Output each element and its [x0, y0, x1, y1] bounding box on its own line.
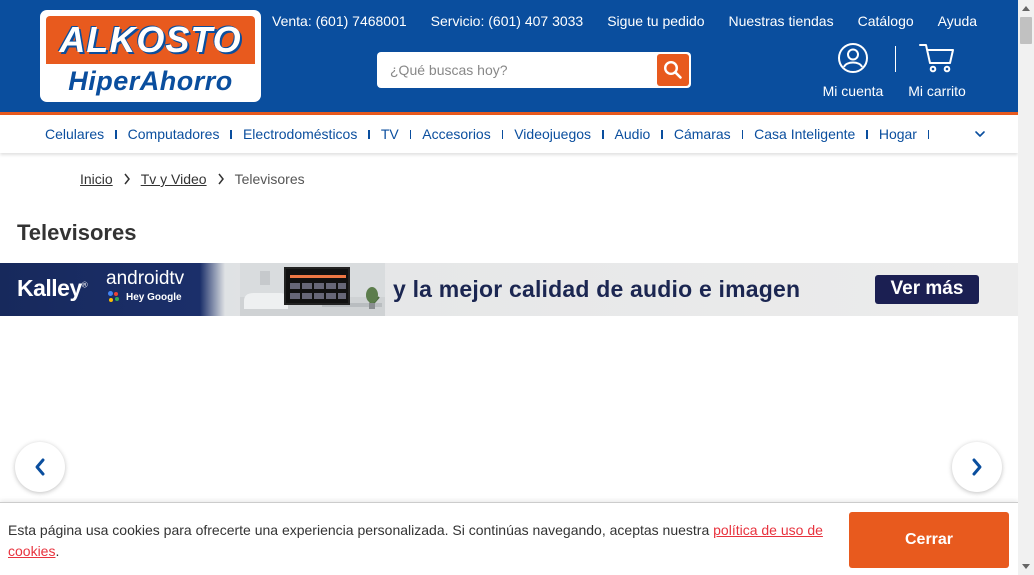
nav-item-label: Videojuegos	[514, 126, 592, 142]
nav-item-casa-inteligente[interactable]: Casa Inteligente	[754, 126, 879, 142]
nav-separator	[501, 129, 504, 139]
cart-label: Mi carrito	[908, 83, 966, 99]
top-link-ayuda[interactable]: Ayuda	[938, 11, 977, 31]
chevron-right-icon	[123, 173, 131, 185]
cookie-banner: Esta página usa cookies para ofrecerte u…	[0, 502, 1018, 575]
logo-bottom-panel: HiperAhorro	[46, 66, 255, 96]
banner-headline: y la mejor calidad de audio e imagen	[393, 276, 801, 302]
logo-bottom-text: HiperAhorro	[68, 66, 233, 96]
account-link[interactable]: Mi cuenta	[820, 42, 886, 99]
nav-item-label: Audio	[614, 126, 651, 142]
chevron-right-icon	[972, 458, 982, 476]
nav-item-label: Accesorios	[422, 126, 491, 142]
nav-item-hogar[interactable]: Hogar	[879, 126, 941, 142]
nav-item-tv[interactable]: TV	[381, 126, 422, 142]
nav-item-accesorios[interactable]: Accesorios	[422, 126, 514, 142]
nav-separator	[602, 129, 604, 139]
top-links: Venta: (601) 7468001 Servicio: (601) 407…	[272, 11, 977, 31]
alkosto-logo[interactable]: ALKOSTO HiperAhorro	[40, 10, 261, 102]
nav-item-label: TV	[380, 126, 399, 142]
top-link-venta[interactable]: Venta: (601) 7468001	[272, 11, 407, 31]
hey-google-badge: Hey Google	[108, 291, 182, 303]
page-scrollbar[interactable]	[1018, 0, 1034, 575]
nav-item-videojuegos[interactable]: Videojuegos	[514, 126, 614, 142]
android-tv-text: androidtv	[106, 268, 185, 289]
cart-icon	[919, 44, 954, 73]
scrollbar-thumb[interactable]	[1020, 17, 1032, 44]
nav-item-celulares[interactable]: Celulares	[45, 126, 128, 142]
nav-separator	[661, 129, 663, 139]
scroll-down-arrow[interactable]	[1018, 559, 1034, 575]
nav-separator	[866, 129, 868, 139]
breadcrumb-link-tv-video[interactable]: Tv y Video	[141, 171, 207, 187]
carousel-next-button[interactable]	[952, 442, 1002, 492]
chevron-right-icon	[217, 173, 225, 185]
cookie-message: Esta página usa cookies para ofrecerte u…	[8, 520, 830, 562]
breadcrumb-current: Televisores	[234, 171, 305, 187]
nav-separator	[115, 129, 117, 139]
breadcrumb: Inicio Tv y Video Televisores	[80, 170, 305, 188]
search-button[interactable]	[657, 54, 689, 86]
nav-item-label: Cámaras	[673, 126, 731, 142]
header-divider	[895, 46, 896, 72]
cookie-close-button[interactable]: Cerrar	[849, 512, 1009, 568]
nav-separator	[741, 129, 744, 139]
top-link-catalogo[interactable]: Catálogo	[858, 11, 914, 31]
account-label: Mi cuenta	[822, 83, 884, 99]
nav-item-computadores[interactable]: Computadores	[128, 126, 243, 142]
tv-screen-graphic	[284, 267, 350, 305]
search-input[interactable]	[377, 52, 655, 88]
cookie-text: Esta página usa cookies para ofrecerte u…	[8, 522, 714, 538]
promo-banner[interactable]: Kalley® androidtv Hey Google y la mejor …	[0, 263, 1018, 316]
kalley-logo: Kalley®	[17, 275, 88, 301]
user-icon	[838, 43, 868, 73]
search-box	[377, 52, 691, 88]
category-nav: Celulares Computadores Electrodomésticos…	[0, 115, 1018, 153]
nav-item-audio[interactable]: Audio	[615, 126, 674, 142]
cookie-text-end: .	[55, 543, 60, 559]
nav-item-label: Hogar	[878, 126, 917, 142]
top-link-servicio[interactable]: Servicio: (601) 407 3033	[431, 11, 584, 31]
cart-link[interactable]: Mi carrito	[904, 42, 970, 99]
scroll-up-arrow[interactable]	[1018, 0, 1034, 16]
nav-item-camaras[interactable]: Cámaras	[674, 126, 754, 142]
nav-item-label: Celulares	[45, 126, 105, 142]
top-link-sigue-pedido[interactable]: Sigue tu pedido	[607, 11, 704, 31]
nav-more-button[interactable]	[972, 126, 988, 142]
banner-cta-button[interactable]: Ver más	[875, 275, 979, 304]
chevron-left-icon	[35, 458, 45, 476]
site-header: ALKOSTO HiperAhorro Venta: (601) 7468001…	[0, 0, 1018, 115]
breadcrumb-link-inicio[interactable]: Inicio	[80, 171, 113, 187]
search-icon	[663, 60, 682, 79]
nav-separator	[368, 129, 370, 139]
nav-item-label: Computadores	[127, 126, 220, 142]
hey-google-text: Hey Google	[126, 291, 182, 303]
page-title: Televisores	[17, 220, 137, 245]
nav-item-electrodomesticos[interactable]: Electrodomésticos	[243, 126, 381, 142]
carousel-prev-button[interactable]	[15, 442, 65, 492]
page: ALKOSTO HiperAhorro Venta: (601) 7468001…	[0, 0, 1034, 575]
android-tv-logo: androidtv	[106, 268, 184, 290]
chevron-down-icon	[975, 131, 985, 137]
top-link-tiendas[interactable]: Nuestras tiendas	[729, 11, 834, 31]
nav-item-label: Casa Inteligente	[754, 126, 856, 142]
nav-separator	[409, 129, 412, 139]
nav-item-label: Electrodomésticos	[242, 126, 358, 142]
logo-top-text: ALKOSTO	[59, 19, 242, 60]
logo-top-panel: ALKOSTO	[46, 16, 255, 64]
google-assistant-icon	[108, 291, 120, 303]
nav-separator	[230, 129, 232, 139]
nav-separator	[927, 129, 930, 139]
kalley-brand: Kalley	[17, 275, 82, 301]
